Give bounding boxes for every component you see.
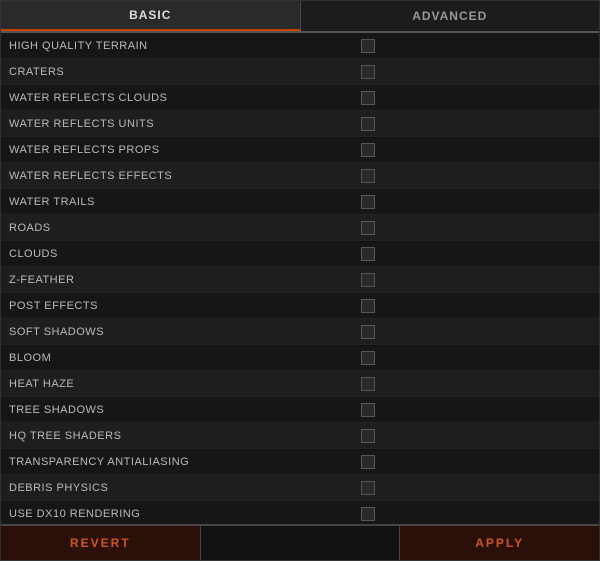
table-row: WATER REFLECTS CLOUDS bbox=[1, 85, 599, 111]
table-row: WATER TRAILS bbox=[1, 189, 599, 215]
setting-checkbox-area bbox=[351, 273, 591, 287]
setting-checkbox-area bbox=[351, 429, 591, 443]
checkbox-water-reflects-clouds[interactable] bbox=[361, 91, 375, 105]
table-row: BLOOM bbox=[1, 345, 599, 371]
table-row: WATER REFLECTS UNITS bbox=[1, 111, 599, 137]
setting-checkbox-area bbox=[351, 507, 591, 521]
setting-checkbox-area bbox=[351, 247, 591, 261]
setting-label: WATER TRAILS bbox=[9, 196, 351, 208]
table-row: CRATERS bbox=[1, 59, 599, 85]
setting-checkbox-area bbox=[351, 169, 591, 183]
table-row: HIGH QUALITY TERRAIN bbox=[1, 33, 599, 59]
setting-label: CRATERS bbox=[9, 66, 351, 78]
table-row: ROADS bbox=[1, 215, 599, 241]
setting-checkbox-area bbox=[351, 195, 591, 209]
setting-label: DEBRIS PHYSICS bbox=[9, 482, 351, 494]
setting-checkbox-area bbox=[351, 143, 591, 157]
checkbox-high-quality-terrain[interactable] bbox=[361, 39, 375, 53]
setting-label: CLOUDS bbox=[9, 248, 351, 260]
settings-list[interactable]: HIGH QUALITY TERRAIN CRATERS WATER REFLECT… bbox=[1, 33, 599, 524]
checkbox-water-trails[interactable] bbox=[361, 195, 375, 209]
checkbox-soft-shadows[interactable] bbox=[361, 325, 375, 339]
setting-checkbox-area bbox=[351, 377, 591, 391]
tab-advanced[interactable]: ADVANCED bbox=[301, 1, 600, 31]
settings-window: BASIC ADVANCED HIGH QUALITY TERRAIN CRATE… bbox=[0, 0, 600, 561]
table-row: WATER REFLECTS PROPS bbox=[1, 137, 599, 163]
checkbox-craters[interactable] bbox=[361, 65, 375, 79]
setting-checkbox-area bbox=[351, 455, 591, 469]
setting-label: USE DX10 RENDERING bbox=[9, 508, 351, 520]
setting-checkbox-area bbox=[351, 325, 591, 339]
table-row: TREE SHADOWS bbox=[1, 397, 599, 423]
checkbox-use-dx10-rendering[interactable] bbox=[361, 507, 375, 521]
table-row: HQ TREE SHADERS bbox=[1, 423, 599, 449]
setting-checkbox-area bbox=[351, 221, 591, 235]
checkbox-bloom[interactable] bbox=[361, 351, 375, 365]
setting-label: SOFT SHADOWS bbox=[9, 326, 351, 338]
table-row: Z-FEATHER bbox=[1, 267, 599, 293]
setting-label: TRANSPARENCY ANTIALIASING bbox=[9, 456, 351, 468]
table-row: HEAT HAZE bbox=[1, 371, 599, 397]
checkbox-z-feather[interactable] bbox=[361, 273, 375, 287]
checkbox-debris-physics[interactable] bbox=[361, 481, 375, 495]
table-row: TRANSPARENCY ANTIALIASING bbox=[1, 449, 599, 475]
setting-checkbox-area bbox=[351, 65, 591, 79]
checkbox-tree-shadows[interactable] bbox=[361, 403, 375, 417]
table-row: DEBRIS PHYSICS bbox=[1, 475, 599, 501]
setting-label: WATER REFLECTS UNITS bbox=[9, 118, 351, 130]
setting-label: HQ TREE SHADERS bbox=[9, 430, 351, 442]
revert-button[interactable]: REVERT bbox=[1, 526, 201, 560]
checkbox-roads[interactable] bbox=[361, 221, 375, 235]
setting-label: WATER REFLECTS CLOUDS bbox=[9, 92, 351, 104]
setting-label: Z-FEATHER bbox=[9, 274, 351, 286]
setting-label: ROADS bbox=[9, 222, 351, 234]
setting-label: WATER REFLECTS PROPS bbox=[9, 144, 351, 156]
setting-label: HIGH QUALITY TERRAIN bbox=[9, 40, 351, 52]
setting-checkbox-area bbox=[351, 351, 591, 365]
setting-checkbox-area bbox=[351, 39, 591, 53]
setting-checkbox-area bbox=[351, 403, 591, 417]
apply-button[interactable]: APPLY bbox=[400, 526, 599, 560]
table-row: USE DX10 RENDERING bbox=[1, 501, 599, 524]
checkbox-transparency-antialiasing[interactable] bbox=[361, 455, 375, 469]
checkbox-heat-haze[interactable] bbox=[361, 377, 375, 391]
setting-label: POST EFFECTS bbox=[9, 300, 351, 312]
tab-basic[interactable]: BASIC bbox=[1, 1, 301, 31]
setting-label: TREE SHADOWS bbox=[9, 404, 351, 416]
setting-checkbox-area bbox=[351, 299, 591, 313]
table-row: WATER REFLECTS EFFECTS bbox=[1, 163, 599, 189]
table-row: CLOUDS bbox=[1, 241, 599, 267]
setting-checkbox-area bbox=[351, 117, 591, 131]
setting-label: WATER REFLECTS EFFECTS bbox=[9, 170, 351, 182]
checkbox-water-reflects-effects[interactable] bbox=[361, 169, 375, 183]
checkbox-water-reflects-props[interactable] bbox=[361, 143, 375, 157]
setting-checkbox-area bbox=[351, 481, 591, 495]
tab-bar: BASIC ADVANCED bbox=[1, 1, 599, 33]
footer-spacer bbox=[201, 526, 401, 560]
footer: REVERT APPLY bbox=[1, 524, 599, 560]
checkbox-water-reflects-units[interactable] bbox=[361, 117, 375, 131]
table-row: SOFT SHADOWS bbox=[1, 319, 599, 345]
table-row: POST EFFECTS bbox=[1, 293, 599, 319]
content-area: HIGH QUALITY TERRAIN CRATERS WATER REFLECT… bbox=[1, 33, 599, 524]
checkbox-post-effects[interactable] bbox=[361, 299, 375, 313]
setting-label: HEAT HAZE bbox=[9, 378, 351, 390]
checkbox-hq-tree-shaders[interactable] bbox=[361, 429, 375, 443]
checkbox-clouds[interactable] bbox=[361, 247, 375, 261]
setting-label: BLOOM bbox=[9, 352, 351, 364]
setting-checkbox-area bbox=[351, 91, 591, 105]
